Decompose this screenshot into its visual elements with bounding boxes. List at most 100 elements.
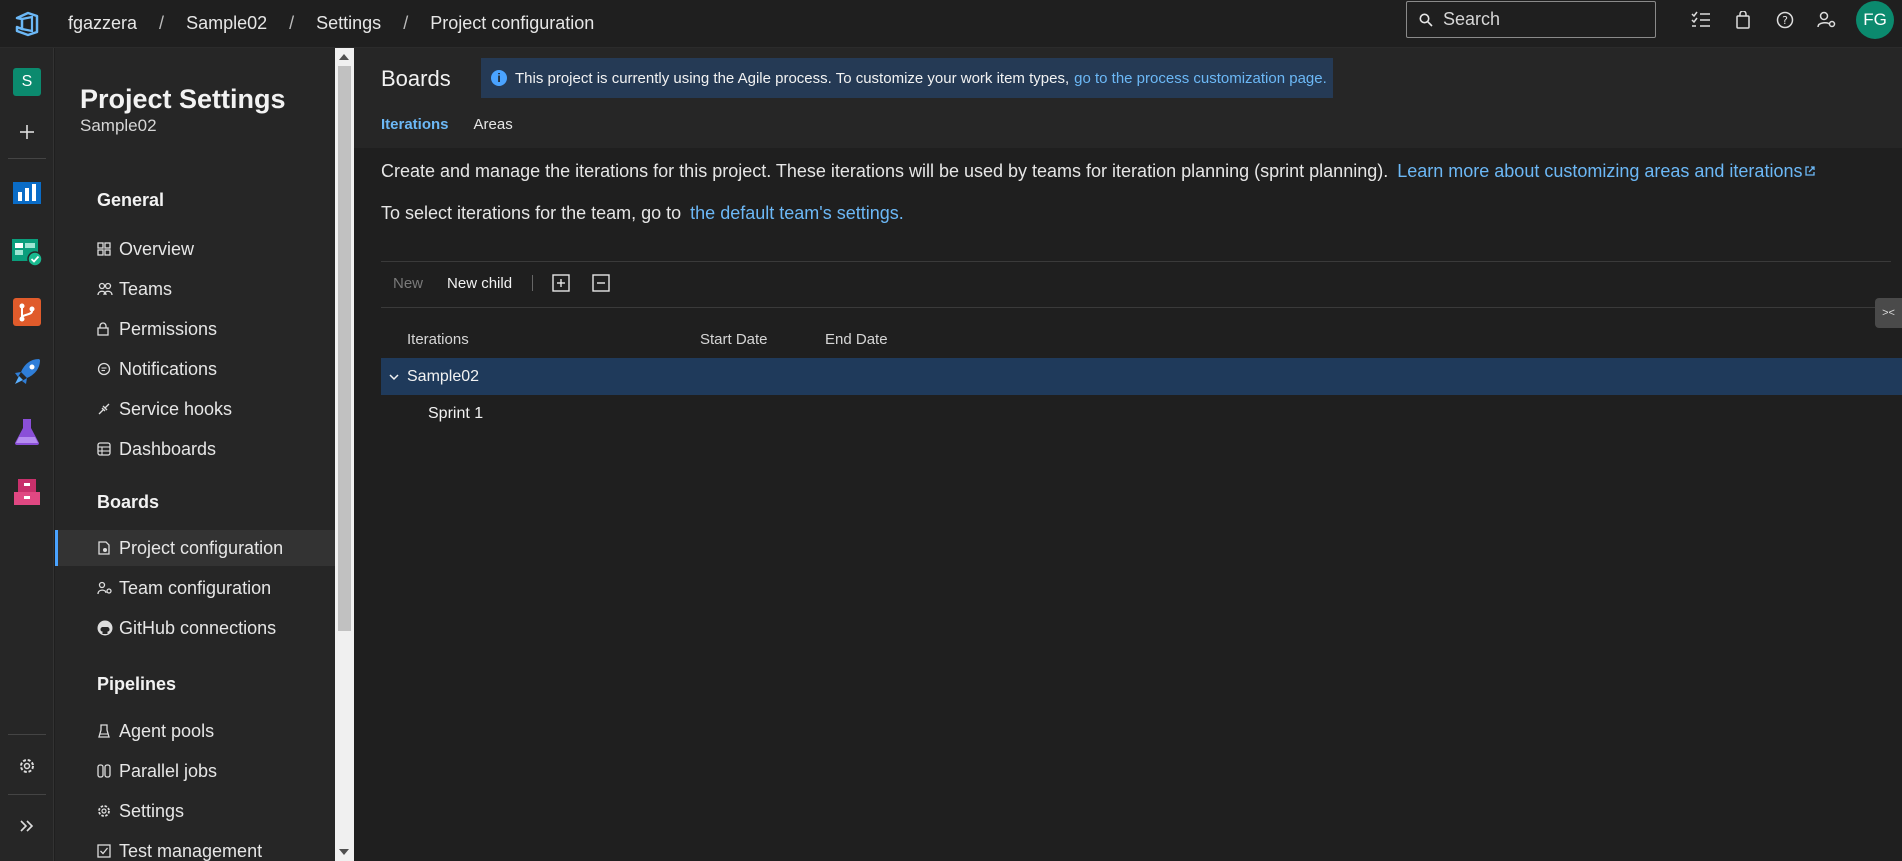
sidebar-title: Project Settings: [80, 84, 286, 114]
chevron-down-icon[interactable]: [381, 373, 407, 381]
search-input[interactable]: Search: [1406, 1, 1656, 38]
sidebar-item-dashboards[interactable]: Dashboards: [55, 431, 335, 467]
marketplace-bag-icon[interactable]: [1722, 0, 1764, 40]
sidebar-item-label: GitHub connections: [119, 617, 277, 638]
notification-chat-icon: [97, 362, 119, 376]
breadcrumb-project[interactable]: Sample02: [186, 13, 267, 34]
sidebar-item-agent-pools[interactable]: Agent pools: [55, 713, 335, 749]
github-icon: [97, 620, 119, 636]
breadcrumb-separator: /: [159, 13, 165, 33]
section-boards: Boards: [97, 492, 160, 512]
table-row[interactable]: Sample02: [381, 358, 1902, 395]
page-title: Boards: [381, 66, 451, 91]
tab-iterations[interactable]: Iterations: [381, 116, 449, 133]
test-plans-icon[interactable]: [7, 412, 47, 452]
overview-grid-icon: [97, 242, 119, 256]
team-configuration-icon: [97, 581, 119, 595]
work-items-list-icon[interactable]: [1680, 0, 1722, 40]
avatar[interactable]: FG: [1856, 1, 1894, 39]
lock-icon: [97, 322, 119, 336]
sidebar-item-notifications[interactable]: Notifications: [55, 351, 335, 387]
info-icon: i: [491, 70, 507, 86]
divider: [381, 307, 1902, 308]
new-button[interactable]: New: [381, 275, 435, 292]
sidebar-item-label: Notifications: [119, 358, 218, 379]
parallel-jobs-icon: [97, 764, 119, 778]
search-icon: [1419, 13, 1433, 27]
sidebar-item-label: Team configuration: [119, 577, 272, 598]
sidebar-item-label: Settings: [119, 800, 185, 821]
sidebar-scrollbar[interactable]: [335, 48, 354, 861]
learn-more-link[interactable]: Learn more about customizing areas and i…: [1397, 161, 1816, 181]
breadcrumb: fgazzera / Sample02 / Settings / Project…: [68, 13, 594, 34]
project-settings-gear-icon[interactable]: [7, 746, 47, 786]
column-header-end-date[interactable]: End Date: [825, 331, 888, 348]
sidebar-item-project-configuration[interactable]: Project configuration: [55, 530, 335, 566]
azure-devops-logo-icon[interactable]: [0, 0, 54, 48]
pipelines-icon[interactable]: [7, 352, 47, 392]
iterations-toolbar: New New child: [381, 266, 621, 300]
iteration-name: Sample02: [407, 367, 480, 385]
service-hooks-plug-icon: [97, 402, 119, 416]
iterations-description: Create and manage the iterations for thi…: [381, 161, 1816, 182]
scrollbar-thumb[interactable]: [338, 66, 351, 631]
sidebar-item-teams[interactable]: Teams: [55, 271, 335, 307]
svg-text:?: ?: [1782, 14, 1788, 27]
default-team-settings-link[interactable]: the default team's settings.: [690, 203, 904, 223]
team-line-text: To select iterations for the team, go to: [381, 203, 682, 223]
toolbar-separator: [532, 275, 534, 291]
learn-more-text: Learn more about customizing areas and i…: [1397, 161, 1803, 181]
project-configuration-icon: [97, 541, 119, 555]
sidebar-item-label: Project configuration: [119, 537, 284, 558]
breadcrumb-settings[interactable]: Settings: [316, 13, 381, 34]
column-header-start-date[interactable]: Start Date: [700, 331, 768, 348]
sidebar-item-permissions[interactable]: Permissions: [55, 311, 335, 347]
side-panel-toggle[interactable]: ><: [1875, 298, 1902, 328]
dashboards-icon: [97, 442, 119, 456]
process-info-banner: i This project is currently using the Ag…: [481, 58, 1333, 98]
sidebar-item-label: Dashboards: [119, 438, 217, 459]
gear-icon: [97, 804, 119, 818]
overview-icon[interactable]: [7, 172, 47, 212]
banner-text: This project is currently using the Agil…: [515, 69, 1070, 87]
sidebar-item-github-connections[interactable]: GitHub connections: [55, 610, 335, 646]
artifacts-icon[interactable]: [7, 472, 47, 512]
sidebar-item-service-hooks[interactable]: Service hooks: [55, 391, 335, 427]
expand-rail-icon[interactable]: [7, 806, 47, 846]
collapse-all-icon[interactable]: [581, 266, 621, 300]
breadcrumb-org[interactable]: fgazzera: [68, 13, 137, 34]
main-content: Boards i This project is currently using…: [354, 48, 1902, 861]
sidebar-item-label: Agent pools: [119, 720, 215, 741]
process-customization-link[interactable]: go to the process customization page.: [1074, 70, 1327, 87]
divider: [381, 261, 1891, 262]
tab-areas[interactable]: Areas: [474, 116, 513, 133]
section-pipelines: Pipelines: [97, 674, 177, 694]
column-header-iterations[interactable]: Iterations: [407, 331, 469, 348]
iteration-name: Sprint 1: [428, 404, 484, 422]
repos-icon[interactable]: [7, 292, 47, 332]
user-settings-icon[interactable]: [1806, 0, 1848, 40]
expand-all-icon[interactable]: [541, 266, 581, 300]
sidebar-subtitle: Sample02: [80, 116, 157, 135]
project-avatar[interactable]: S: [7, 62, 47, 102]
sidebar-item-settings[interactable]: Settings: [55, 793, 335, 829]
plus-icon[interactable]: [7, 112, 47, 152]
sidebar-item-label: Parallel jobs: [119, 760, 218, 781]
top-bar: fgazzera / Sample02 / Settings / Project…: [0, 0, 1902, 48]
sidebar-item-parallel-jobs[interactable]: Parallel jobs: [55, 753, 335, 789]
scroll-up-arrow-icon[interactable]: [339, 54, 349, 60]
sidebar-item-test-management[interactable]: Test management: [55, 833, 335, 861]
help-icon[interactable]: ?: [1764, 0, 1806, 40]
table-row[interactable]: Sprint 1: [381, 395, 1902, 432]
project-initial: S: [13, 68, 41, 96]
new-child-button[interactable]: New child: [435, 275, 524, 292]
settings-sidebar: Project Settings Sample02 General Overvi…: [55, 48, 335, 861]
breadcrumb-page[interactable]: Project configuration: [430, 13, 594, 34]
sidebar-item-overview[interactable]: Overview: [55, 231, 335, 267]
boards-icon[interactable]: [7, 232, 47, 272]
description-text: Create and manage the iterations for thi…: [381, 161, 1389, 181]
sidebar-item-team-configuration[interactable]: Team configuration: [55, 570, 335, 606]
search-placeholder: Search: [1443, 9, 1501, 29]
teams-icon: [97, 282, 119, 296]
scroll-down-arrow-icon[interactable]: [339, 849, 349, 855]
